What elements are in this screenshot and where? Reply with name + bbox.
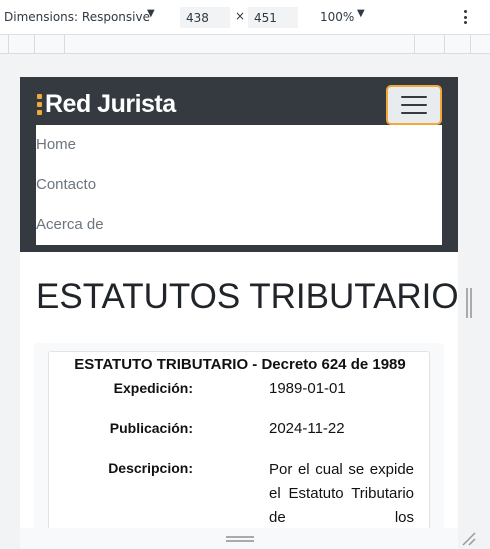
zoom-dropdown[interactable]: 100% bbox=[320, 10, 354, 24]
corner-resize-icon[interactable] bbox=[460, 530, 476, 546]
nav-link-home[interactable]: Home bbox=[36, 136, 76, 153]
media-query-ruler bbox=[0, 35, 490, 54]
navbar: Red Jurista Home Contacto Acerca de bbox=[20, 77, 458, 252]
width-input[interactable] bbox=[180, 7, 230, 28]
device-toolbar: Dimensions: Responsive ▼ × 100% ▼ bbox=[0, 0, 490, 35]
dimensions-dropdown[interactable]: Dimensions: Responsive bbox=[4, 10, 150, 24]
dimensions-caret-icon[interactable]: ▼ bbox=[147, 8, 155, 19]
publicacion-label: Publicación: bbox=[109, 420, 193, 436]
times-symbol: × bbox=[235, 9, 246, 23]
descripcion-value: Por el cual se expide el Estatuto Tribut… bbox=[269, 461, 414, 526]
page-title: ESTATUTOS TRIBUTARIOS bbox=[36, 277, 458, 316]
estatuto-card: ESTATUTO TRIBUTARIO - Decreto 624 de 198… bbox=[48, 351, 430, 528]
expedicion-value: 1989-01-01 bbox=[269, 380, 346, 397]
more-options-icon[interactable] bbox=[460, 7, 470, 27]
nav-menu: Home Contacto Acerca de bbox=[36, 125, 442, 245]
zoom-caret-icon[interactable]: ▼ bbox=[357, 8, 365, 19]
height-input[interactable] bbox=[248, 7, 298, 28]
logo-dots-icon bbox=[37, 93, 42, 115]
card-title[interactable]: ESTATUTO TRIBUTARIO - Decreto 624 de 198… bbox=[49, 356, 431, 373]
descripcion-label: Descripcion: bbox=[108, 460, 193, 476]
brand-name: Red Jurista bbox=[45, 89, 176, 118]
publicacion-value: 2024-11-22 bbox=[269, 420, 345, 437]
nav-link-contacto[interactable]: Contacto bbox=[36, 176, 96, 193]
expedicion-label: Expedición: bbox=[113, 380, 193, 396]
right-resize-handle-icon[interactable] bbox=[466, 288, 472, 318]
brand-logo[interactable]: Red Jurista bbox=[37, 89, 176, 119]
emulated-viewport: Red Jurista Home Contacto Acerca de ESTA… bbox=[20, 77, 458, 528]
nav-link-acerca-de[interactable]: Acerca de bbox=[36, 216, 104, 233]
card-container: ESTATUTO TRIBUTARIO - Decreto 624 de 198… bbox=[34, 343, 444, 528]
bottom-resize-handle-icon[interactable] bbox=[226, 536, 254, 542]
hamburger-menu-button[interactable] bbox=[386, 85, 442, 125]
